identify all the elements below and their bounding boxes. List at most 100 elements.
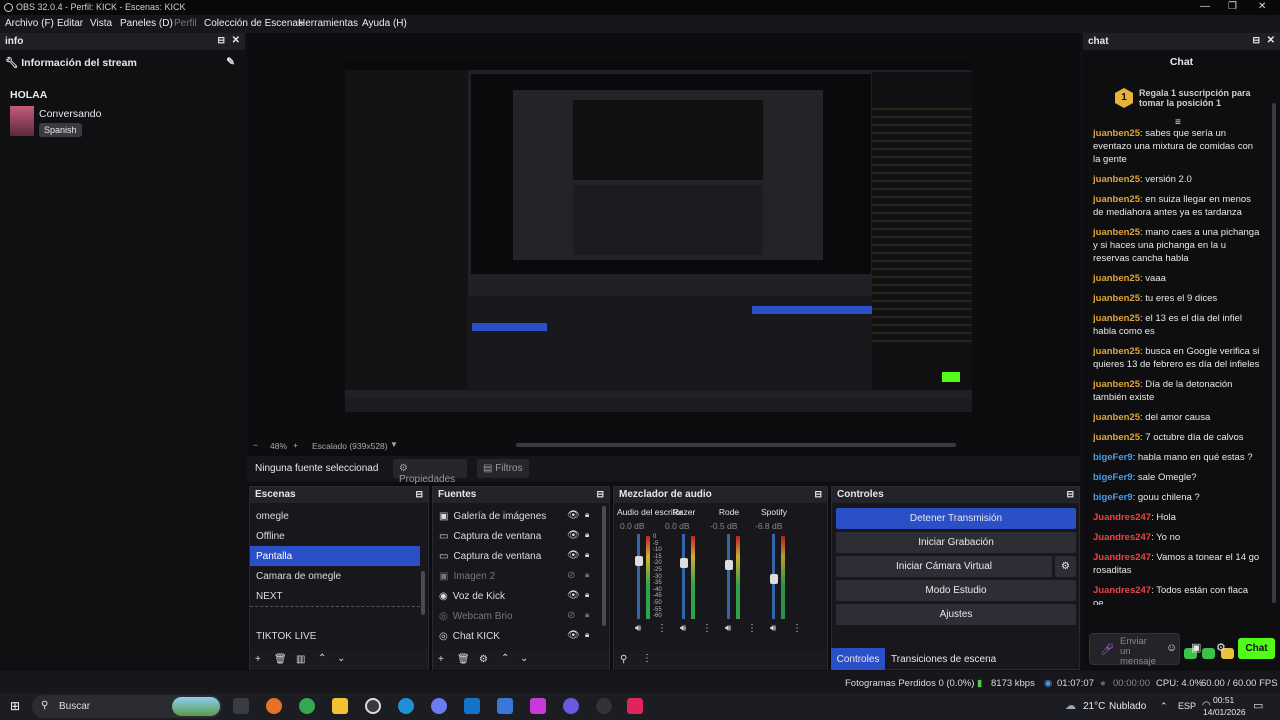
edit-pencil-icon[interactable]: ✎ xyxy=(226,56,235,68)
undock-icon[interactable]: ⊟ xyxy=(217,35,225,46)
chat-username[interactable]: bigeFer9 xyxy=(1093,452,1133,463)
obs-taskbar-icon[interactable] xyxy=(365,698,381,714)
chat-send-button[interactable]: Chat xyxy=(1238,638,1275,659)
notifications-icon[interactable]: ▭ xyxy=(1253,699,1263,712)
chat-username[interactable]: juanben25 xyxy=(1093,432,1140,443)
menu-paneles[interactable]: Paneles (D) xyxy=(120,18,173,29)
scene-filters-icon[interactable]: ▥ xyxy=(296,654,305,665)
settings-taskbar-icon[interactable] xyxy=(596,698,612,714)
menu-archivo[interactable]: Archivo (F) xyxy=(5,18,54,29)
controls-undock-icon[interactable]: ⊟ xyxy=(1066,489,1074,500)
mute-icon[interactable]: 🔊︎ xyxy=(770,623,776,634)
chat-username[interactable]: juanben25 xyxy=(1093,273,1140,284)
source-properties-icon[interactable]: ⚙ xyxy=(479,654,488,665)
menu-editar[interactable]: Editar xyxy=(57,18,83,29)
chat-username[interactable]: juanben25 xyxy=(1093,293,1140,304)
source-item[interactable]: ◎ Webcam Brio ⊘ 🔒︎ xyxy=(433,606,601,626)
menu-vista[interactable]: Vista xyxy=(90,18,112,29)
chat-username[interactable]: juanben25 xyxy=(1093,346,1140,357)
mute-icon[interactable]: 🔊︎ xyxy=(635,623,641,634)
volume-knob[interactable] xyxy=(635,556,643,567)
remove-scene-icon[interactable]: 🗑︎ xyxy=(274,654,287,665)
mixer-undock-icon[interactable]: ⊟ xyxy=(814,489,822,500)
taskbar-search[interactable]: ⚲ Buscar xyxy=(32,695,222,718)
studio-mode-button[interactable]: Modo Estudio xyxy=(836,580,1076,601)
source-item[interactable]: ▭ Captura de ventana 👁︎ 🔒︎ xyxy=(433,526,601,546)
audio-settings-icon[interactable]: ⚲ xyxy=(620,654,627,665)
scenes-undock-icon[interactable]: ⊟ xyxy=(415,489,423,500)
eye-icon[interactable]: 👁︎ xyxy=(567,630,580,641)
source-item[interactable]: ▣ Galería de imágenes 👁︎ 🔒︎ xyxy=(433,506,601,526)
lock-icon[interactable]: 🔒︎ xyxy=(585,630,589,640)
chat-scrollbar[interactable] xyxy=(1272,103,1276,603)
mute-icon[interactable]: 🔊︎ xyxy=(680,623,686,634)
scene-item[interactable]: Offline xyxy=(250,526,420,546)
lock-icon[interactable]: 🔒︎ xyxy=(585,510,589,520)
eye-icon[interactable]: 👁︎ xyxy=(567,590,580,601)
firefox-icon[interactable] xyxy=(266,698,282,714)
volume-knob[interactable] xyxy=(680,558,688,568)
eye-hidden-icon[interactable]: ⊘ xyxy=(567,570,575,581)
clock-date[interactable]: 14/01/2026 xyxy=(1203,707,1246,717)
channel-menu-icon[interactable]: ⋮ xyxy=(747,623,757,634)
copilot-icon[interactable] xyxy=(431,698,447,714)
move-up-icon[interactable]: ⌃ xyxy=(318,653,326,664)
sources-scrollbar[interactable] xyxy=(602,506,606,626)
outlook-icon[interactable] xyxy=(464,698,480,714)
source-item[interactable]: ▣ Imagen 2 ⊘ 🔒︎ xyxy=(433,566,601,586)
virtual-camera-settings-icon[interactable]: ⚙ xyxy=(1055,556,1076,577)
filters-button[interactable]: ▤ Filtros xyxy=(477,459,529,478)
language-indicator[interactable]: ESP xyxy=(1178,701,1196,711)
zoom-in-button[interactable]: + xyxy=(293,440,298,450)
zoom-out-button[interactable]: − xyxy=(253,440,258,450)
chat-username[interactable]: juanben25 xyxy=(1093,379,1140,390)
chat-input[interactable]: 🎤︎ Enviar un mensaje ☺ xyxy=(1089,633,1180,667)
volume-slider[interactable] xyxy=(727,534,730,619)
mic-icon[interactable]: 🎤︎ xyxy=(1100,643,1114,656)
virtual-camera-button[interactable]: Iniciar Cámara Virtual xyxy=(836,556,1052,577)
source-item[interactable]: ◉ Voz de Kick 👁︎ 🔒︎ xyxy=(433,586,601,606)
move-down-icon[interactable]: ⌄ xyxy=(337,653,345,664)
source-move-down-icon[interactable]: ⌄ xyxy=(520,653,528,664)
chrome-icon[interactable] xyxy=(299,698,315,714)
tiktok-icon[interactable] xyxy=(627,698,643,714)
chat-username[interactable]: juanben25 xyxy=(1093,174,1140,185)
minimize-icon[interactable]: — xyxy=(1200,1,1210,12)
app-icon[interactable] xyxy=(530,698,546,714)
clock-time[interactable]: 00:51 xyxy=(1213,695,1234,705)
add-source-icon[interactable]: + xyxy=(438,654,444,665)
lock-icon[interactable]: 🔒︎ xyxy=(585,530,589,540)
menu-ayuda[interactable]: Ayuda (H) xyxy=(362,18,407,29)
chat-username[interactable]: bigeFer9 xyxy=(1093,492,1133,503)
menu-coleccion-escenas[interactable]: Colección de Escenas xyxy=(204,18,303,29)
volume-slider[interactable] xyxy=(637,534,640,619)
scene-item[interactable]: TIKTOK LIVE xyxy=(250,626,420,646)
mute-icon[interactable]: 🔊︎ xyxy=(725,623,731,634)
chat-undock-icon[interactable]: ⊟ xyxy=(1252,35,1260,46)
lock-icon[interactable]: 🔒︎ xyxy=(585,550,589,560)
scaling-dropdown-icon[interactable]: ▼ xyxy=(390,440,398,449)
sources-undock-icon[interactable]: ⊟ xyxy=(596,489,604,500)
stop-stream-button[interactable]: Detener Transmisión xyxy=(836,508,1076,529)
lock-icon[interactable]: 🔒︎ xyxy=(585,570,589,580)
menu-herramientas[interactable]: Herramientas xyxy=(298,18,358,29)
eye-icon[interactable]: 👁︎ xyxy=(567,510,580,521)
chat-username[interactable]: juanben25 xyxy=(1093,412,1140,423)
chat-username[interactable]: juanben25 xyxy=(1093,227,1140,238)
channel-menu-icon[interactable]: ⋮ xyxy=(792,623,802,634)
volume-knob[interactable] xyxy=(770,574,778,584)
close-window-icon[interactable]: ✕ xyxy=(1258,1,1266,12)
eye-hidden-icon[interactable]: ⊘ xyxy=(567,610,575,621)
tray-chevron-icon[interactable]: ⌃ xyxy=(1160,701,1168,712)
file-explorer-icon[interactable] xyxy=(332,698,348,714)
source-item[interactable]: ▭ Captura de ventana 👁︎ 🔒︎ xyxy=(433,546,601,566)
menu-perfil[interactable]: Perfil xyxy=(174,18,197,29)
windows-start-icon[interactable]: ⊞ xyxy=(10,699,20,713)
chat-username[interactable]: Juandres247 xyxy=(1093,585,1151,596)
preview-canvas[interactable] xyxy=(345,60,972,412)
emote-icon[interactable] xyxy=(1202,648,1215,659)
scene-item[interactable]: NEXT xyxy=(250,586,420,606)
settings-button[interactable]: Ajustes xyxy=(836,604,1076,625)
source-item[interactable]: ◎ Chat KICK 👁︎ 🔒︎ xyxy=(433,626,601,646)
store-taskbar-icon[interactable] xyxy=(497,698,513,714)
